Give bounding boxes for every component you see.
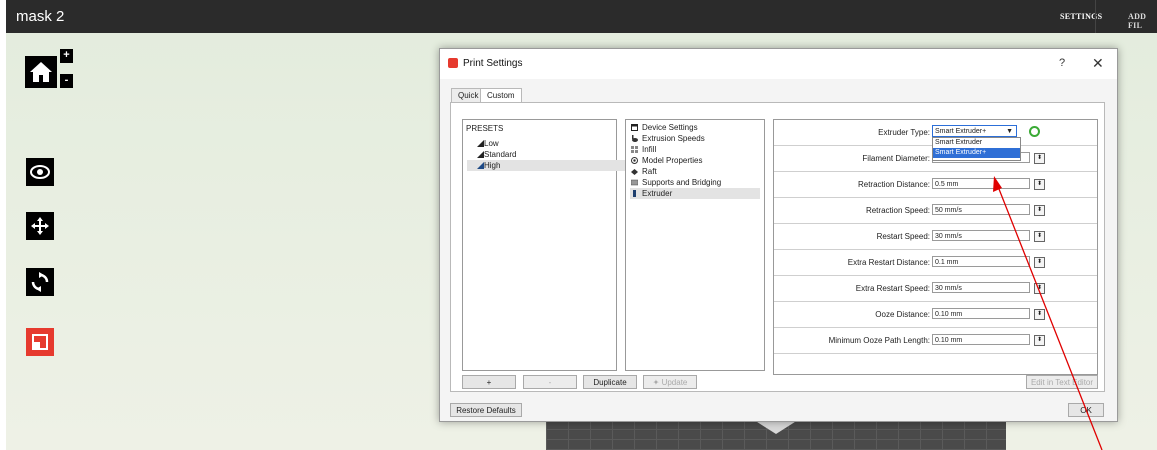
window-icon [631,124,638,131]
remove-preset-button[interactable]: - [523,375,577,389]
field-label: Retraction Speed: [865,206,930,215]
extruder-type-dropdown: Smart Extruder Smart Extruder+ [932,137,1021,161]
preset-standard[interactable]: Standard [467,149,629,160]
option-smart-extruder-plus[interactable]: Smart Extruder+ [933,148,1020,158]
custom-tab-panel: PRESETS Low Standard High Device Setting… [450,102,1105,392]
spinner-icon[interactable]: ⬍ [1034,205,1045,216]
print-settings-dialog: Print Settings ? ✕ Quick Custom PRESETS … [439,48,1118,422]
field-row: Ooze Distance: 0.10 mm ⬍ [774,302,1097,328]
category-supports-bridging[interactable]: Supports and Bridging [630,177,760,188]
field-label: Retraction Distance: [857,180,930,189]
scale-icon [32,334,48,350]
field-label: Restart Speed: [876,232,930,241]
add-preset-button[interactable]: + [462,375,516,389]
quality-wedge-icon [477,162,484,169]
field-label: Extra Restart Speed: [855,284,930,293]
rotate-button[interactable] [26,268,54,296]
extruder-type-row: Extruder Type: Smart Extruder+ ▼ Smart E… [774,120,1097,161]
restart-speed-input[interactable]: 30 mm/s [932,230,1030,241]
update-button[interactable]: ✦ Update [643,375,697,389]
nav-add-file[interactable]: ADD FIL [1128,12,1157,30]
spinner-icon[interactable]: ⬍ [1034,283,1045,294]
home-icon [30,62,52,82]
category-raft[interactable]: Raft [630,166,760,177]
preset-low[interactable]: Low [467,138,629,149]
category-device-settings[interactable]: Device Settings [630,122,760,133]
supports-icon [631,179,638,186]
dialog-titlebar: Print Settings ? ✕ [440,49,1117,79]
scale-button[interactable] [26,328,54,356]
ok-button[interactable]: OK [1068,403,1104,417]
home-button[interactable] [25,56,57,88]
field-label: Minimum Ooze Path Length: [828,336,930,345]
zoom-out-button[interactable]: - [60,74,73,88]
spinner-icon[interactable]: ⬍ [1034,179,1045,190]
close-button[interactable]: ✕ [1092,55,1104,72]
field-row: Restart Speed: 30 mm/s ⬍ [774,224,1097,250]
eye-icon [30,165,50,179]
restore-defaults-button[interactable]: Restore Defaults [450,403,522,417]
duplicate-button[interactable]: Duplicate [583,375,637,389]
help-button[interactable]: ? [1059,57,1065,69]
field-label: Extra Restart Distance: [847,258,930,267]
spinner-icon[interactable]: ⬍ [1034,257,1045,268]
move-button[interactable] [26,212,54,240]
option-smart-extruder[interactable]: Smart Extruder [933,138,1020,148]
rabbit-icon [632,135,638,142]
move-icon [31,217,49,235]
nav-settings[interactable]: SETTINGS [1060,12,1102,21]
field-row: Retraction Distance: 0.5 mm ⬍ [774,172,1097,198]
raft-icon [631,169,638,175]
ooze-distance-input[interactable]: 0.10 mm [932,308,1030,319]
infill-icon [631,146,638,153]
dialog-title: Print Settings [463,58,523,69]
app-logo-icon [448,58,458,68]
field-label: Filament Diameter: [862,154,930,163]
quality-wedge-icon [477,151,484,158]
category-extruder[interactable]: Extruder [630,188,760,199]
extruder-settings-panel: Extruder Type: Smart Extruder+ ▼ Smart E… [773,119,1098,375]
category-extrusion-speeds[interactable]: Extrusion Speeds [630,133,760,144]
field-row: Retraction Speed: 50 mm/s ⬍ [774,198,1097,224]
rotate-icon [31,272,49,292]
min-ooze-path-input[interactable]: 0.10 mm [932,334,1030,345]
spinner-icon[interactable]: ⬍ [1034,335,1045,346]
zoom-in-button[interactable]: + [60,49,73,63]
extra-restart-distance-input[interactable]: 0.1 mm [932,256,1030,267]
nav-divider [1095,0,1096,33]
retraction-distance-input[interactable]: 0.5 mm [932,178,1030,189]
presets-list: PRESETS Low Standard High [462,119,629,371]
tab-custom[interactable]: Custom [480,88,522,103]
top-bar: mask 2 SETTINGS ADD FIL [6,0,1157,33]
refresh-icon[interactable] [1029,126,1040,137]
zoom-out-icon: - [64,74,69,86]
platform-marker [754,420,798,434]
view-button[interactable] [26,158,54,186]
spinner-icon[interactable]: ⬍ [1034,309,1045,320]
spinner-icon[interactable]: ⬍ [1034,231,1045,242]
category-model-properties[interactable]: Model Properties [630,155,760,166]
settings-categories: Device Settings Extrusion Speeds Infill … [625,119,765,371]
presets-header: PRESETS [466,124,504,133]
spinner-icon[interactable]: ⬍ [1034,153,1045,164]
extruder-icon [633,190,636,197]
quality-wedge-icon [477,140,484,147]
field-label: Ooze Distance: [875,310,930,319]
target-icon [631,157,638,164]
retraction-speed-input[interactable]: 50 mm/s [932,204,1030,215]
field-row: Extra Restart Speed: 30 mm/s ⬍ [774,276,1097,302]
field-row: Minimum Ooze Path Length: 0.10 mm ⬍ [774,328,1097,354]
project-title: mask 2 [16,8,65,25]
category-infill[interactable]: Infill [630,144,760,155]
edit-in-text-editor-button[interactable]: Edit in Text Editor [1026,375,1098,389]
extruder-type-select[interactable]: Smart Extruder+ ▼ [932,125,1017,137]
zoom-in-icon: + [63,49,70,61]
update-icon: ✦ [652,378,662,387]
extruder-type-label: Extruder Type: [878,128,930,137]
field-row: Extra Restart Distance: 0.1 mm ⬍ [774,250,1097,276]
preset-high[interactable]: High [467,160,629,171]
extra-restart-speed-input[interactable]: 30 mm/s [932,282,1030,293]
